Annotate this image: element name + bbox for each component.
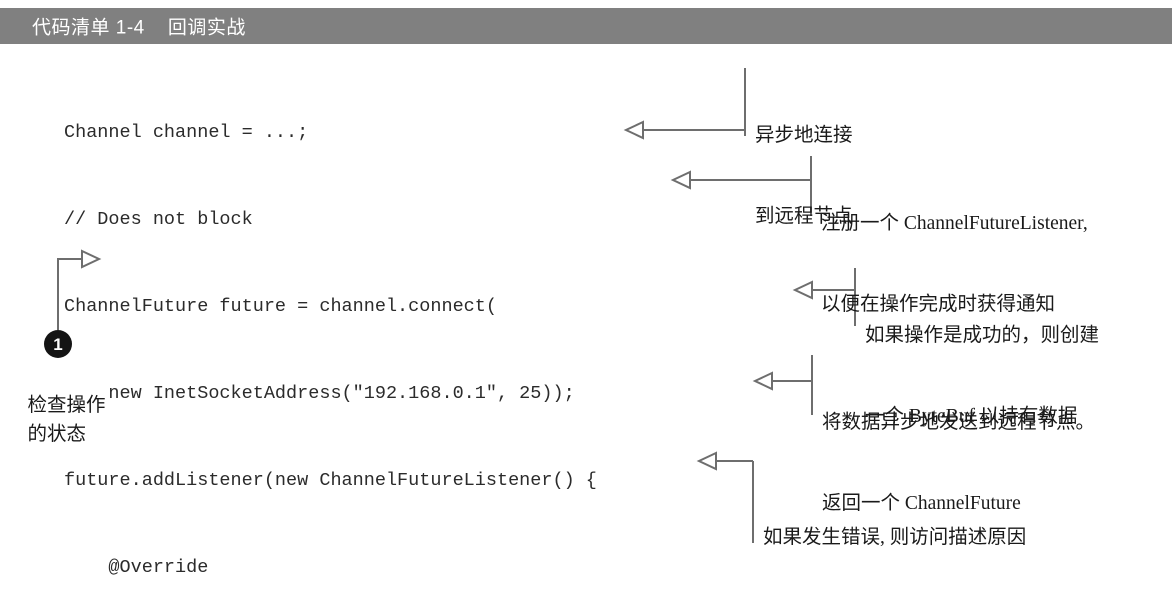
code-block: Channel channel = ...; // Does not block… [64,60,697,598]
left-callout-label: 检查操作 的状态 [8,362,106,478]
callout-badge-number: 1 [53,334,63,354]
code-line: ChannelFuture future = channel.connect( [64,296,497,317]
annotation-line: 如果发生错误, 则访问描述原因 [763,527,1027,548]
callout-badge-1: 1 [44,330,72,358]
listing-title: 代码清单 1-4 回调实战 [32,17,246,39]
annotation-line: 如果操作是成功的，则创建 [865,325,1100,346]
annotation-line: 注册一个 ChannelFutureListener, [821,213,1088,234]
code-line: @Override [64,557,209,578]
left-callout-line: 检查操作 [27,395,106,416]
left-callout-line: 的状态 [27,424,87,445]
annotation-line: 将数据异步地发送到远程节点。 [822,412,1096,433]
listing-title-bar: 代码清单 1-4 回调实战 [0,8,1172,44]
callout-connector-write-and-flush [752,355,813,415]
callout-connector-error-throwable [696,451,754,543]
code-line: Channel channel = ...; [64,122,309,143]
code-line: future.addListener(new ChannelFutureList… [64,470,597,491]
annotation-line: 异步地连接 [755,125,853,146]
code-listing-figure: 代码清单 1-4 回调实战 Channel channel = ...; // … [0,0,1172,598]
code-line: // Does not block [64,209,253,230]
annotation-error-throwable: 如果发生错误, 则访问描述原因 的 Throwable [763,470,1026,598]
code-line: new InetSocketAddress("192.168.0.1", 25)… [64,383,575,404]
